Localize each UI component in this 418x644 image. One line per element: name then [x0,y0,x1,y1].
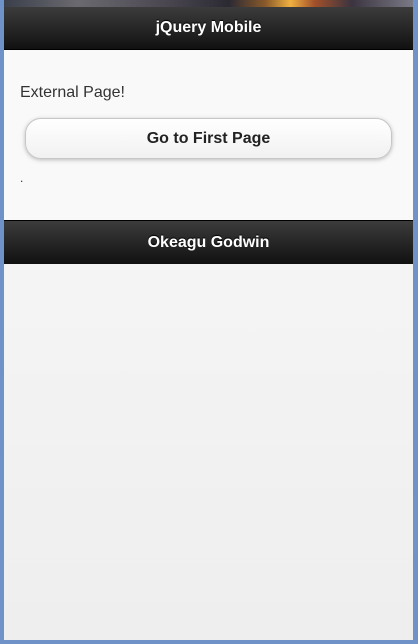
page-header: jQuery Mobile [4,7,413,50]
page-footer: Okeagu Godwin [4,220,413,264]
trailing-text: . [20,171,24,185]
mobile-page: jQuery Mobile External Page! Go to First… [4,7,413,640]
page-content: External Page! Go to First Page . [4,50,413,220]
footer-title: Okeagu Godwin [147,233,270,251]
header-title: jQuery Mobile [155,19,262,36]
go-to-first-page-button[interactable]: Go to First Page [25,118,392,159]
content-text: External Page! [20,84,125,101]
go-to-first-page-label: Go to First Page [146,129,271,147]
